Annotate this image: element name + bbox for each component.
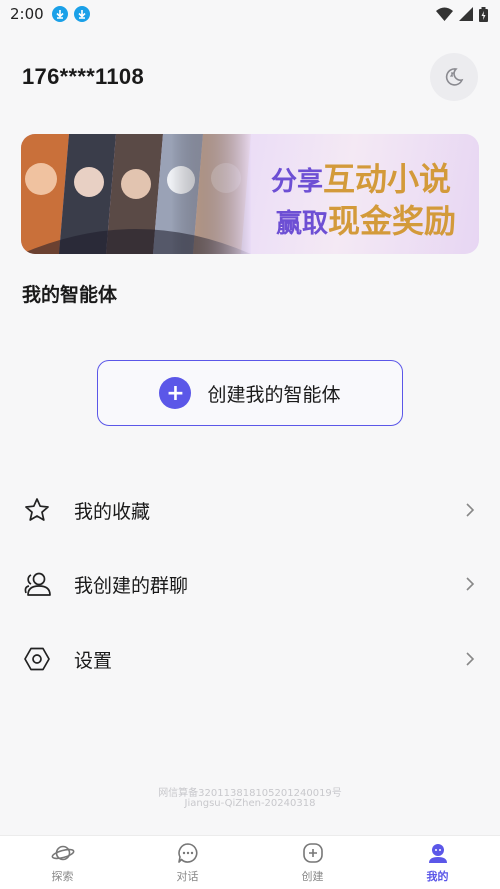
night-mode-button[interactable]	[430, 53, 478, 101]
tab-explore[interactable]: 探索	[0, 836, 125, 889]
tab-create[interactable]: 创建	[250, 836, 375, 889]
tab-profile[interactable]: 我的	[375, 836, 500, 889]
banner-headline-2: 赢取现金奖励	[276, 202, 457, 240]
group-icon	[22, 569, 52, 599]
create-agent-button[interactable]: + 创建我的智能体	[97, 360, 403, 426]
chevron-right-icon	[462, 651, 478, 667]
download-icon	[73, 6, 90, 22]
status-bar: 2:00	[0, 0, 500, 28]
chat-icon	[176, 841, 200, 865]
status-time: 2:00	[10, 5, 44, 23]
tab-label: 我的	[426, 870, 449, 883]
menu-item-label: 设置	[74, 649, 113, 672]
chevron-right-icon	[462, 502, 478, 518]
icp-filing-text: 网信算备320113818105201240019号	[158, 788, 342, 799]
section-title-my-agents: 我的智能体	[22, 284, 118, 306]
banner-headline-1: 分享互动小说	[271, 160, 452, 198]
profile-header: 176****1108	[22, 52, 478, 102]
tab-label: 对话	[176, 870, 199, 883]
plus-icon: +	[159, 377, 192, 409]
profile-icon	[426, 841, 450, 865]
tab-label: 创建	[301, 870, 324, 883]
menu-item-label: 我的收藏	[74, 500, 151, 523]
phone-number: 176****1108	[22, 64, 144, 89]
signal-icon	[459, 7, 473, 21]
star-icon	[22, 495, 52, 525]
tab-chat[interactable]: 对话	[125, 836, 250, 889]
plus-square-icon	[301, 841, 325, 865]
bottom-tab-bar: 探索 对话 创建 我的	[0, 835, 500, 889]
planet-icon	[51, 841, 75, 865]
menu-item-label: 我创建的群聊	[74, 574, 189, 597]
battery-icon	[479, 6, 488, 22]
icp-filing-code: Jiangsu-QiZhen-20240318	[184, 798, 316, 809]
chevron-right-icon	[462, 576, 478, 592]
menu-item-my-groups[interactable]: 我创建的群聊	[22, 560, 478, 608]
download-icon	[51, 6, 68, 22]
settings-icon	[22, 644, 52, 674]
wifi-icon	[436, 7, 453, 21]
menu-item-favorites[interactable]: 我的收藏	[22, 486, 478, 534]
banner-illustration	[21, 134, 251, 254]
tab-label: 探索	[51, 870, 74, 883]
menu-item-settings[interactable]: 设置	[22, 635, 478, 683]
promo-banner[interactable]: 分享互动小说 赢取现金奖励	[21, 134, 479, 254]
create-agent-label: 创建我的智能体	[207, 383, 341, 406]
moon-icon	[445, 68, 464, 86]
